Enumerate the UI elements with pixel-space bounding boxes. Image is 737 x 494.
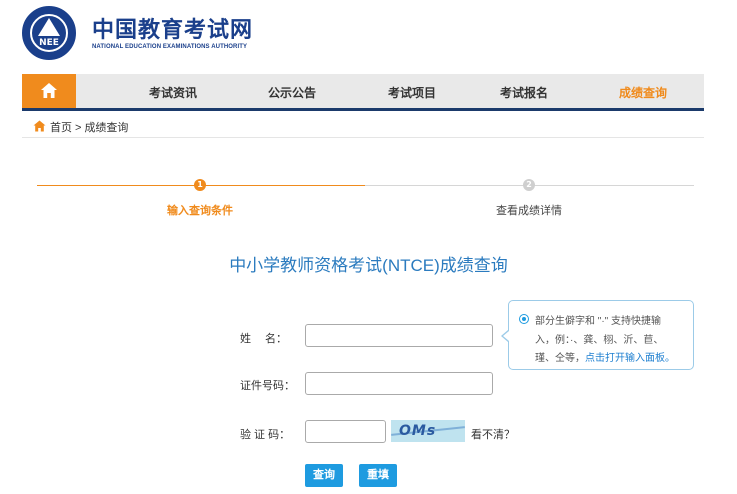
home-icon bbox=[41, 83, 57, 98]
reset-button[interactable]: 重填 bbox=[359, 464, 397, 487]
site-logo[interactable]: NEE 中国教育考试网 NATIONAL EDUCATION EXAMINATI… bbox=[22, 6, 262, 62]
tip-radio-icon bbox=[519, 314, 529, 324]
breadcrumb-home-icon bbox=[33, 120, 46, 132]
step-1-label: 输入查询条件 bbox=[167, 205, 233, 217]
logo-emblem-text: NEE bbox=[39, 38, 59, 48]
nav-item-score-query[interactable]: 成绩查询 bbox=[619, 84, 667, 101]
logo-emblem-icon: NEE bbox=[22, 6, 76, 60]
breadcrumb: 首页 > 成绩查询 bbox=[22, 114, 704, 138]
nav-item-exam-projects[interactable]: 考试项目 bbox=[388, 84, 436, 101]
breadcrumb-home-link[interactable]: 首页 bbox=[50, 122, 72, 134]
captcha-label: 验 证 码： bbox=[240, 429, 291, 441]
nav-item-exam-news[interactable]: 考试资讯 bbox=[149, 84, 197, 101]
tip-line-3: 瑾、仝等， bbox=[535, 353, 585, 364]
breadcrumb-separator: > bbox=[75, 122, 82, 134]
input-tip-box: 部分生僻字和 "·" 支持快捷输 入，例：·、龚、栩、沂、苣、 瑾、仝等，点击打… bbox=[508, 300, 694, 370]
tip-arrow-inner bbox=[503, 331, 509, 341]
captcha-image[interactable]: OMs bbox=[391, 420, 465, 442]
refresh-captcha-link[interactable]: 看不清？ bbox=[471, 426, 515, 442]
step-2-label: 查看成绩详情 bbox=[496, 205, 562, 217]
logo-title-cn: 中国教育考试网 bbox=[92, 17, 254, 42]
tip-line-2: 入，例：·、龚、栩、沂、苣、 bbox=[535, 335, 664, 346]
id-number-input[interactable] bbox=[305, 372, 493, 395]
open-input-panel-link[interactable]: 点击打开输入面板。 bbox=[585, 353, 675, 364]
step-2-marker: 2 bbox=[523, 179, 535, 191]
query-button[interactable]: 查询 bbox=[305, 464, 343, 487]
name-input[interactable] bbox=[305, 324, 493, 347]
step-1-marker: 1 bbox=[194, 179, 206, 191]
logo-title-en: NATIONAL EDUCATION EXAMINATIONS AUTHORIT… bbox=[92, 44, 248, 50]
breadcrumb-current: 成绩查询 bbox=[84, 122, 129, 134]
tip-line-1: 部分生僻字和 "·" 支持快捷输 bbox=[535, 316, 661, 327]
page-title: 中小学教师资格考试(NTCE)成绩查询 bbox=[229, 256, 508, 275]
id-number-label: 证件号码： bbox=[240, 380, 295, 392]
name-label: 姓 名： bbox=[240, 333, 288, 345]
nav-item-registration[interactable]: 考试报名 bbox=[500, 84, 548, 101]
captcha-image-text: OMs bbox=[399, 423, 437, 439]
captcha-input[interactable] bbox=[305, 420, 386, 443]
main-nav: 考试资讯 公示公告 考试项目 考试报名 成绩查询 bbox=[22, 74, 704, 111]
nav-item-announcements[interactable]: 公示公告 bbox=[268, 84, 316, 101]
nav-home-button[interactable] bbox=[22, 74, 76, 108]
